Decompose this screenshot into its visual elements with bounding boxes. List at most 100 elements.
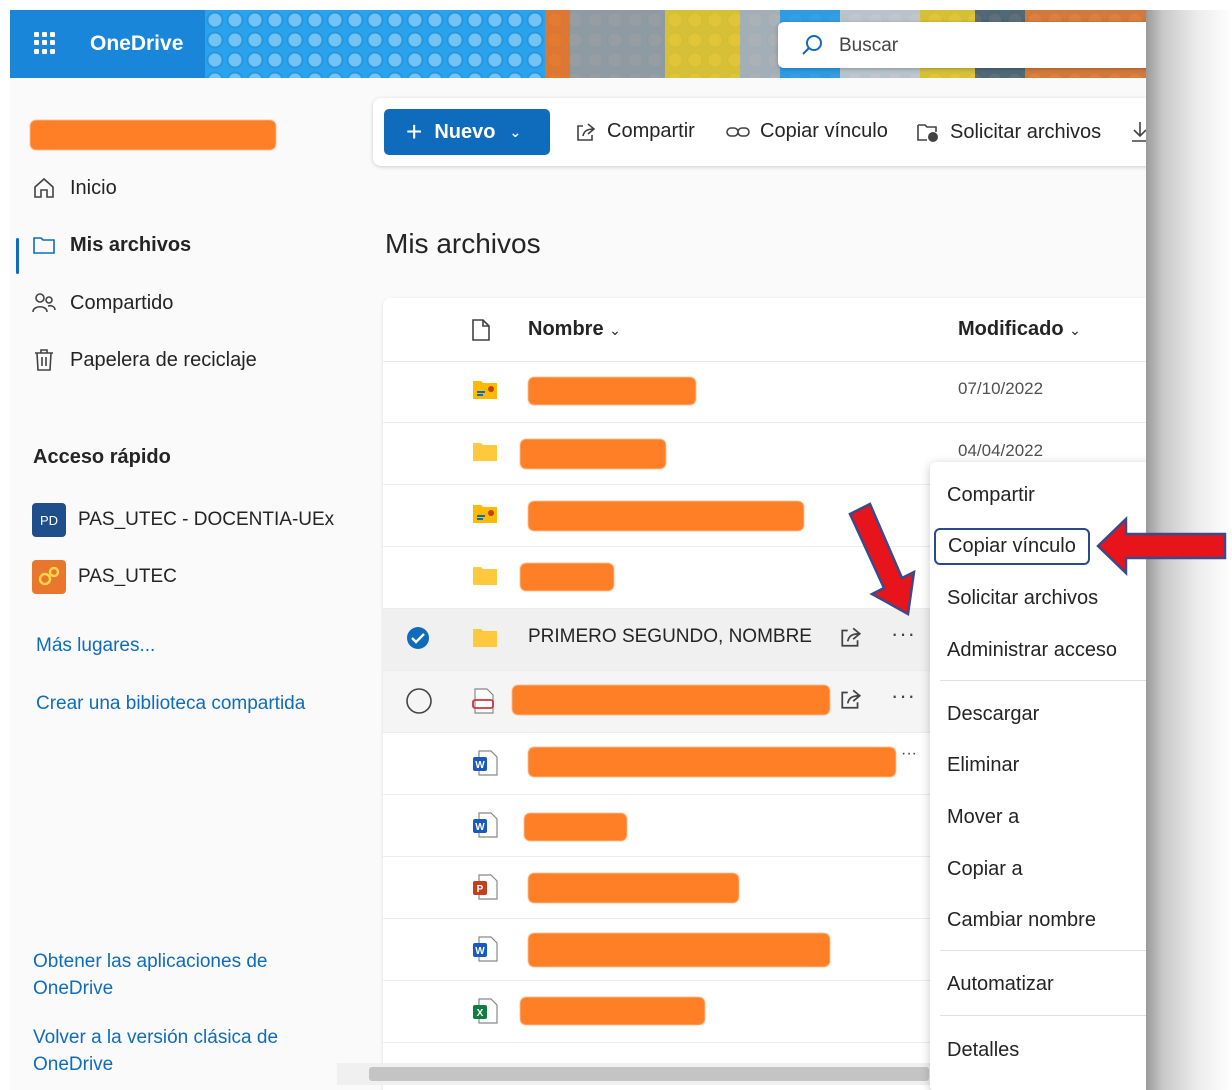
menu-item-copiar-vinculo[interactable]: Copiar vínculo — [934, 528, 1090, 565]
share-label: Compartir — [607, 120, 695, 142]
word-file-icon: W — [473, 750, 498, 776]
menu-item-administrar-acceso[interactable]: Administrar acceso — [947, 639, 1117, 662]
search-placeholder: Buscar — [839, 35, 899, 56]
trash-icon — [35, 349, 53, 371]
nav-mis-archivos[interactable]: Mis archivos — [32, 233, 191, 257]
scrollbar-thumb[interactable] — [369, 1067, 929, 1081]
menu-item-detalles[interactable]: Detalles — [947, 1039, 1019, 1062]
download-icon — [1132, 122, 1146, 142]
app-launcher-icon[interactable] — [34, 32, 56, 54]
checkmark-circle-icon[interactable] — [405, 625, 431, 651]
people-icon — [32, 293, 56, 313]
create-library-link[interactable]: Crear una biblioteca compartida — [36, 690, 305, 717]
quick-access-item-pas-utec[interactable]: PAS_UTEC — [32, 560, 177, 594]
nav-papelera[interactable]: Papelera de reciclaje — [32, 348, 257, 372]
redacted-file-name — [520, 563, 614, 591]
link-icon — [726, 126, 750, 137]
left-sidebar: Inicio Mis archivos Compartido Papelera … — [10, 78, 337, 1090]
file-type-header-icon[interactable] — [471, 318, 491, 342]
search-box[interactable]: Buscar — [778, 22, 1146, 68]
more-actions-icon[interactable]: ··· — [891, 683, 916, 709]
site-logo-icon — [32, 560, 66, 594]
request-files-icon — [917, 124, 938, 142]
annotation-arrow-down-icon — [848, 502, 916, 616]
classic-view-link[interactable]: Volver a la versión clásica de OneDrive — [33, 1024, 303, 1078]
selected-indicator — [16, 238, 19, 274]
redacted-file-name — [512, 685, 830, 715]
request-files-command[interactable]: Solicitar archivos — [916, 120, 1101, 144]
get-apps-link[interactable]: Obtener las aplicaciones de OneDrive — [33, 948, 303, 1002]
menu-item-mover-a[interactable]: Mover a — [947, 806, 1019, 829]
onedrive-window: OneDrive Buscar Inicio Mis archivos Comp… — [10, 10, 1146, 1090]
column-modified-label: Modificado — [958, 318, 1064, 340]
redacted-account-name — [30, 120, 276, 150]
more-places-link[interactable]: Más lugares... — [36, 632, 155, 659]
menu-item-compartir[interactable]: Compartir — [947, 484, 1035, 507]
chevron-down-icon: ⌄ — [1069, 322, 1081, 338]
menu-item-solicitar-archivos[interactable]: Solicitar archivos — [947, 587, 1098, 610]
top-bar: OneDrive Buscar — [10, 10, 1146, 78]
column-modified[interactable]: Modificado ⌄ — [958, 318, 1081, 341]
download-command[interactable] — [1129, 120, 1146, 144]
folder-icon — [473, 567, 497, 585]
nav-mis-archivos-label: Mis archivos — [70, 233, 192, 256]
more-actions-icon[interactable]: ··· — [901, 745, 917, 763]
checkbox-circle-icon[interactable] — [405, 687, 433, 715]
new-button[interactable]: + Nuevo ⌄ — [384, 109, 550, 155]
new-button-label: Nuevo — [434, 120, 496, 143]
redacted-file-name — [528, 873, 739, 903]
app-name[interactable]: OneDrive — [90, 32, 183, 56]
file-row[interactable]: 07/10/2022 — [383, 361, 1146, 423]
svg-text:W: W — [475, 946, 485, 957]
menu-item-eliminar[interactable]: Eliminar — [947, 754, 1019, 777]
word-file-icon: W — [473, 812, 498, 838]
share-icon — [577, 122, 596, 141]
request-files-label: Solicitar archivos — [950, 120, 1102, 143]
annotation-arrow-left-icon — [1096, 516, 1227, 576]
share-icon[interactable] — [839, 687, 863, 711]
share-icon[interactable] — [839, 625, 863, 649]
column-name[interactable]: Nombre ⌄ — [528, 318, 621, 341]
list-header: Nombre ⌄ Modificado ⌄ — [383, 298, 1146, 362]
pdf-file-icon — [472, 688, 494, 714]
horizontal-scrollbar[interactable] — [337, 1063, 937, 1085]
nav-inicio-label: Inicio — [70, 176, 117, 199]
home-icon — [34, 177, 54, 198]
nav-papelera-label: Papelera de reciclaje — [70, 348, 257, 371]
nav-compartido-label: Compartido — [70, 291, 174, 314]
folder-icon — [33, 237, 55, 254]
nav-compartido[interactable]: Compartido — [32, 291, 173, 315]
quick-access-item-docentia[interactable]: PD PAS_UTEC - DOCENTIA-UEx — [32, 503, 334, 537]
menu-item-cambiar-nombre[interactable]: Cambiar nombre — [947, 909, 1096, 932]
modified-date: 07/10/2022 — [958, 379, 1044, 398]
plus-icon: + — [406, 116, 423, 147]
modified-date: 04/04/2022 — [958, 441, 1044, 460]
menu-item-descargar[interactable]: Descargar — [947, 703, 1039, 726]
column-name-label: Nombre — [528, 318, 604, 340]
powerpoint-file-icon: P — [473, 874, 498, 900]
redacted-file-name — [520, 997, 705, 1025]
page-title: Mis archivos — [385, 228, 541, 259]
redacted-file-name — [528, 933, 830, 967]
svg-text:W: W — [475, 760, 485, 771]
nav-inicio[interactable]: Inicio — [32, 176, 117, 200]
menu-separator — [940, 950, 1146, 951]
shared-folder-icon — [473, 505, 497, 523]
quick-access-label: PAS_UTEC - DOCENTIA-UEx — [78, 509, 335, 530]
word-file-icon: W — [473, 936, 498, 962]
shared-folder-icon — [473, 381, 497, 399]
share-command[interactable]: Compartir — [575, 120, 695, 143]
search-icon — [802, 35, 822, 55]
site-tile-pd: PD — [32, 503, 66, 537]
quick-access-label: PAS_UTEC — [78, 566, 177, 587]
menu-separator — [940, 1015, 1146, 1016]
redacted-file-name — [528, 377, 696, 405]
more-actions-icon[interactable]: ··· — [891, 621, 916, 647]
copy-link-command[interactable]: Copiar vínculo — [726, 120, 888, 143]
redacted-file-name — [528, 501, 804, 531]
file-name[interactable]: PRIMERO SEGUNDO, NOMBRE — [528, 626, 812, 648]
redacted-file-name — [520, 439, 666, 469]
menu-item-automatizar[interactable]: Automatizar — [947, 973, 1054, 996]
menu-item-copiar-a[interactable]: Copiar a — [947, 858, 1023, 881]
copy-link-label: Copiar vínculo — [760, 120, 888, 142]
